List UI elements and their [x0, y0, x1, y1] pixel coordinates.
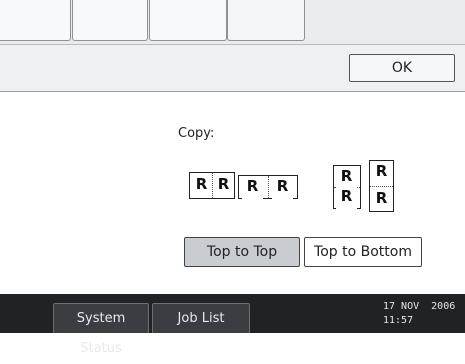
page-r-glyph: R — [272, 176, 293, 199]
time-text: 11:57 — [383, 315, 414, 326]
fold-line — [268, 176, 269, 198]
page-r-glyph: R — [213, 174, 234, 197]
page-r-glyph: R — [336, 186, 357, 209]
tab-3[interactable] — [149, 0, 227, 41]
ok-button[interactable]: OK — [349, 54, 455, 82]
date-time-display: 17 NOV 2006 11:57 — [383, 300, 455, 328]
content-bottom-margin — [0, 280, 465, 294]
top-to-top-button[interactable]: Top to Top — [184, 237, 300, 267]
tab-2[interactable] — [72, 0, 148, 41]
top-tab-strip — [0, 0, 465, 44]
tab-1[interactable] — [0, 0, 71, 41]
job-list-button[interactable]: Job List — [152, 303, 250, 333]
system-status-button[interactable]: System Status — [53, 303, 149, 356]
tab-4[interactable] — [227, 0, 305, 41]
top-to-bottom-button[interactable]: Top to Bottom — [304, 237, 422, 267]
page-r-glyph: R — [242, 176, 263, 199]
fold-line — [370, 186, 393, 187]
page-r-glyph: R — [371, 161, 392, 184]
page-r-glyph: R — [371, 188, 392, 211]
date-text: 17 NOV 2006 — [383, 301, 456, 312]
copy-label: Copy: — [178, 126, 215, 141]
page-r-glyph: R — [191, 174, 212, 197]
